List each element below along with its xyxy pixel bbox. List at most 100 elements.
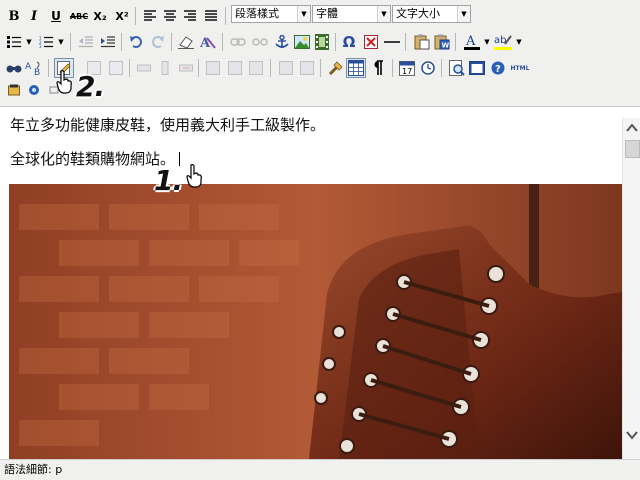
format-select[interactable]: 段落樣式 ▼: [231, 5, 311, 23]
strikethrough-button[interactable]: ABC: [68, 6, 90, 26]
content-paragraph-2-text: 全球化的鞋類購物網站。: [10, 150, 176, 168]
col-props-button[interactable]: [297, 58, 317, 78]
font-family-select[interactable]: 字體 ▼: [312, 5, 391, 23]
italic-button[interactable]: I: [24, 6, 44, 26]
font-color-icon: A: [464, 34, 480, 50]
font-size-select[interactable]: 文字大小 ▼: [392, 5, 471, 23]
toolbar-separator: [171, 33, 172, 51]
superscript-button[interactable]: X²: [112, 6, 132, 26]
font-color-button[interactable]: A: [462, 32, 482, 52]
scroll-down-icon[interactable]: [626, 430, 638, 440]
horizontal-rule-button[interactable]: [382, 32, 402, 52]
scrollbar-thumb[interactable]: [625, 140, 640, 158]
align-justify-button[interactable]: [201, 6, 221, 26]
toolbar-separator: [441, 59, 442, 77]
numbered-list-button[interactable]: 123: [36, 32, 56, 52]
anchor-button[interactable]: [272, 32, 292, 52]
indent-icon: [101, 36, 115, 48]
toolbar-separator: [320, 59, 321, 77]
indent-button[interactable]: [98, 32, 118, 52]
insert-time-icon: [421, 61, 435, 75]
toolbar-separator: [455, 33, 456, 51]
show-blocks-button[interactable]: [368, 58, 388, 78]
step-2-label: 2.: [76, 70, 105, 103]
help-icon: ?: [491, 61, 505, 75]
replace-button[interactable]: AB: [24, 58, 44, 78]
insert-date-icon: 17: [399, 61, 415, 76]
unlink-button[interactable]: [250, 32, 270, 52]
help-button[interactable]: ?: [488, 58, 508, 78]
delete-row-button[interactable]: [176, 58, 196, 78]
scroll-up-icon[interactable]: [626, 123, 638, 133]
vertical-scrollbar[interactable]: [622, 118, 640, 459]
chevron-down-icon[interactable]: ▼: [514, 32, 524, 52]
template-button[interactable]: [4, 80, 24, 100]
visual-aid-icon: [328, 61, 343, 76]
html-button[interactable]: HTML: [508, 58, 532, 78]
media-player-button[interactable]: [24, 80, 44, 100]
toolbar-separator: [405, 33, 406, 51]
remove-format-button[interactable]: [176, 32, 196, 52]
replace-icon: AB: [25, 61, 40, 76]
paste-word-button[interactable]: W: [432, 32, 452, 52]
merge-cell-button[interactable]: [225, 58, 245, 78]
delete-row-icon: [179, 64, 193, 72]
find-button[interactable]: [4, 58, 24, 78]
cell-props-button[interactable]: [246, 58, 266, 78]
insert-date-button[interactable]: 17: [397, 58, 417, 78]
editor-content-area[interactable]: 年立多功能健康皮鞋，使用義大利手工級製作。 全球化的鞋類購物網站。: [0, 107, 622, 459]
svg-text:17: 17: [402, 67, 412, 76]
chevron-down-icon: ▼: [297, 6, 310, 22]
align-right-button[interactable]: [180, 6, 200, 26]
align-center-button[interactable]: [160, 6, 180, 26]
chevron-down-icon[interactable]: ▼: [482, 32, 492, 52]
chevron-down-icon[interactable]: ▼: [24, 32, 34, 52]
row-props-button[interactable]: [276, 58, 296, 78]
media-button[interactable]: [312, 32, 332, 52]
bold-button[interactable]: B: [4, 6, 24, 26]
toolbar-separator: [48, 59, 49, 77]
cleanup-button[interactable]: A: [198, 32, 218, 52]
outdent-button[interactable]: [76, 32, 96, 52]
special-char-button[interactable]: Ω: [339, 32, 359, 52]
split-cell-icon: [206, 61, 220, 75]
link-icon: [230, 38, 246, 46]
outdent-icon: [79, 36, 93, 48]
visual-aid-button[interactable]: [326, 58, 346, 78]
chevron-down-icon: ▼: [377, 6, 390, 22]
split-cell-button[interactable]: [203, 58, 223, 78]
align-right-icon: [184, 10, 196, 21]
row-props-icon: [279, 61, 293, 75]
table-button[interactable]: [346, 58, 366, 78]
align-justify-icon: [205, 10, 217, 21]
table-row-button[interactable]: [134, 58, 154, 78]
underline-button[interactable]: U: [46, 6, 66, 26]
font-size-select-value: 文字大小: [396, 7, 440, 20]
layer-props-icon: [109, 61, 123, 75]
redo-button[interactable]: [148, 32, 168, 52]
preview-button[interactable]: [447, 58, 467, 78]
layer-props-button[interactable]: [106, 58, 126, 78]
chevron-down-icon[interactable]: ▼: [56, 32, 66, 52]
paste-word-icon: W: [434, 34, 450, 50]
bullet-list-button[interactable]: [4, 32, 24, 52]
table-col-button[interactable]: [155, 58, 175, 78]
subscript-button[interactable]: X₂: [90, 6, 110, 26]
link-button[interactable]: [228, 32, 248, 52]
align-left-button[interactable]: [140, 6, 160, 26]
table-icon: [348, 60, 364, 76]
fullscreen-button[interactable]: [467, 58, 487, 78]
col-props-icon: [300, 61, 314, 75]
insert-time-button[interactable]: [418, 58, 438, 78]
table-row-icon: [137, 64, 151, 72]
undo-button[interactable]: [126, 32, 146, 52]
toolbar-separator: [198, 59, 199, 77]
hand-cursor-icon: [186, 164, 202, 188]
media-icon: [315, 34, 329, 50]
fullscreen-icon: [469, 61, 485, 75]
image-button[interactable]: [292, 32, 312, 52]
flash-button[interactable]: [361, 32, 381, 52]
highlight-button[interactable]: ab: [493, 32, 513, 52]
align-left-icon: [144, 10, 156, 21]
paste-text-button[interactable]: [412, 32, 432, 52]
